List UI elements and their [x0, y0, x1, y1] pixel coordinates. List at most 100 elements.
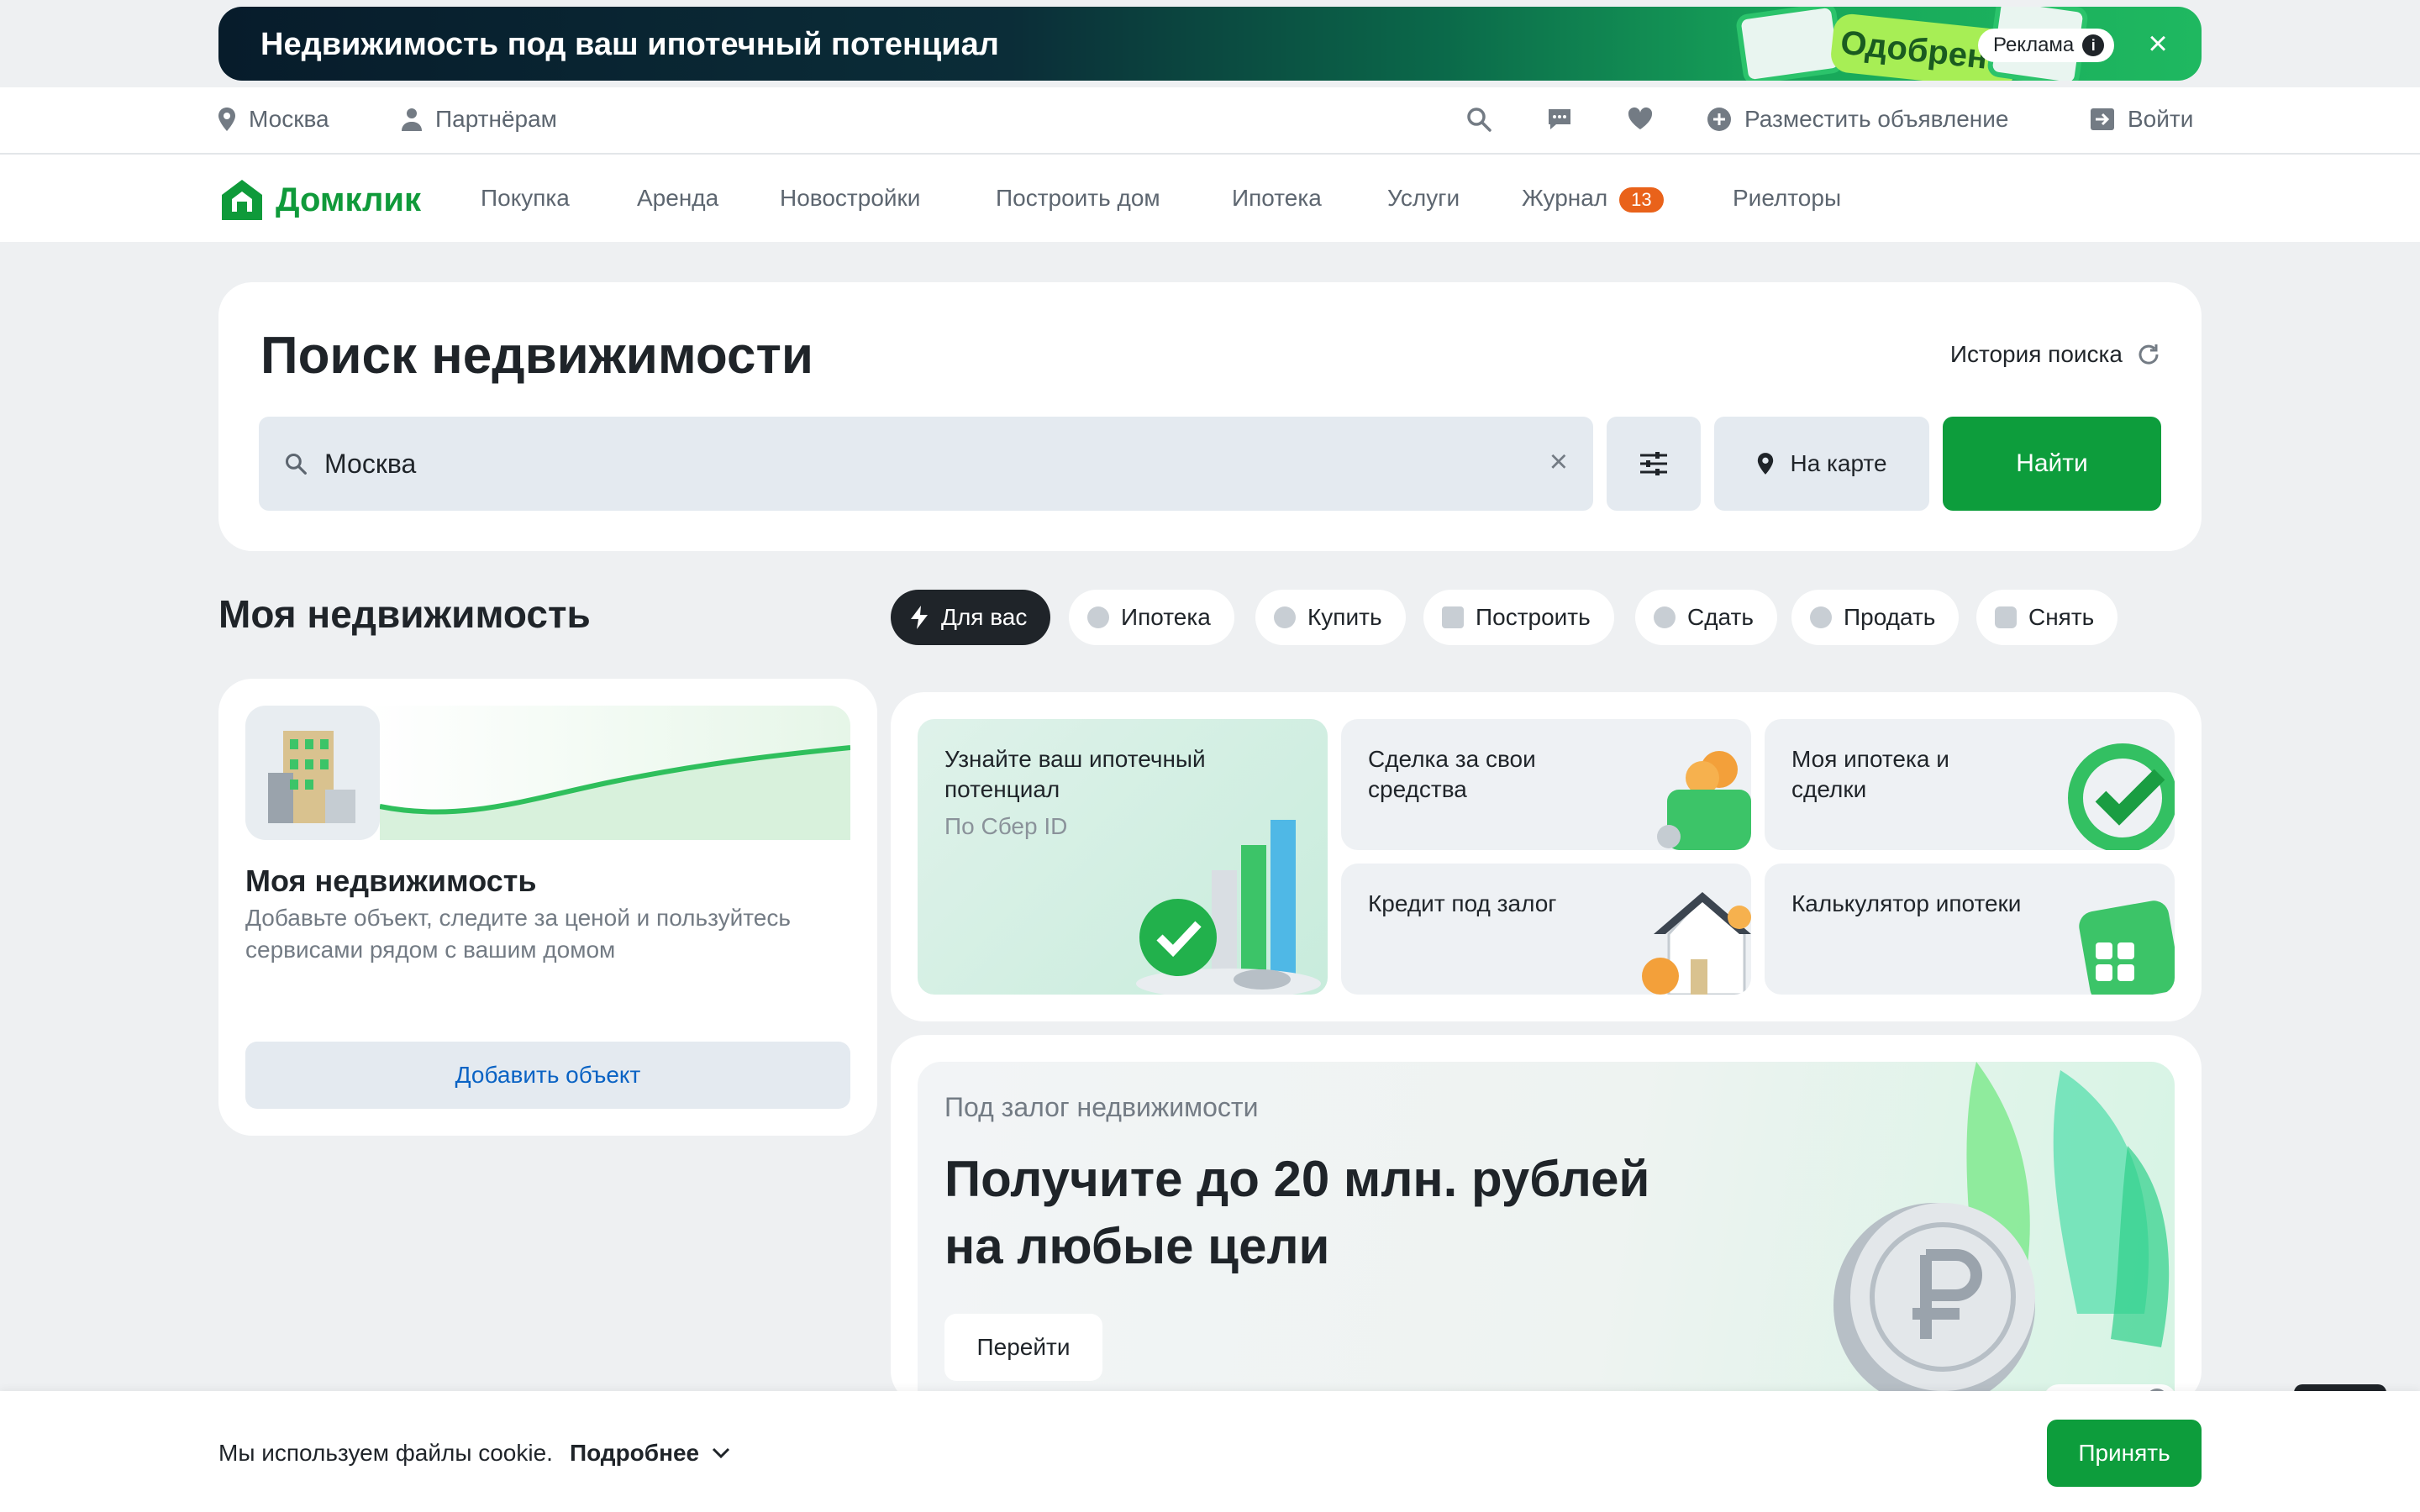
tile-mortgage-calculator[interactable]: Калькулятор ипотеки — [1765, 864, 2175, 995]
plus-circle-icon — [1707, 108, 1731, 131]
check-badge-icon — [1654, 606, 1676, 628]
main-navigation: Домклик Покупка Аренда Новостройки Постр… — [0, 155, 2420, 242]
chat-icon — [1549, 109, 1570, 129]
tile-title: Сделка за свои средства — [1368, 746, 1536, 802]
mortgage-icon — [1087, 606, 1109, 628]
tile-my-mortgage[interactable]: Моя ипотека и сделки — [1765, 719, 2175, 850]
tile-title: Калькулятор ипотеки — [1791, 890, 2022, 916]
tile-title: Кредит под залог — [1368, 890, 1557, 916]
nav-item-build-house[interactable]: Построить дом — [996, 185, 1160, 212]
cookie-more-link[interactable]: Подробнее — [570, 1440, 731, 1467]
chevron-down-icon — [713, 1447, 730, 1459]
tile-mortgage-potential[interactable]: Узнайте ваш ипотечный потенциал По Сбер … — [918, 719, 1328, 995]
section-title-my-property: Моя недвижимость — [218, 592, 591, 636]
domclick-logo[interactable]: Домклик — [218, 176, 421, 223]
card-title: Моя недвижимость — [245, 864, 537, 898]
partners-label: Партнёрам — [435, 106, 557, 132]
chip-buy[interactable]: Купить — [1255, 590, 1406, 645]
nav-item-services[interactable]: Услуги — [1387, 185, 1460, 212]
tile-subtitle: По Сбер ID — [944, 813, 1068, 839]
tile-title: Моя ипотека и сделки — [1791, 746, 1949, 802]
calculator-icon — [2079, 900, 2175, 995]
my-property-card: Моя недвижимость Добавьте объект, следит… — [218, 679, 877, 1136]
heart-icon — [1628, 107, 1653, 129]
build-icon — [1442, 606, 1464, 628]
location-pin-icon — [218, 108, 235, 131]
nav-item-new-buildings[interactable]: Новостройки — [780, 185, 920, 212]
sell-icon — [1810, 606, 1832, 628]
nav-item-realtors[interactable]: Риелторы — [1733, 185, 1841, 212]
phone-illustration — [1734, 7, 1845, 81]
search-icon — [1467, 108, 1491, 132]
growth-chart-icon — [1136, 820, 1321, 995]
journal-count-badge: 13 — [1619, 186, 1664, 213]
map-button[interactable]: На карте — [1714, 417, 1929, 511]
cookie-message: Мы используем файлы cookie. — [218, 1440, 553, 1466]
tile-title: Узнайте ваш ипотечный потенциал — [944, 746, 1206, 802]
login-button[interactable]: Войти — [2089, 106, 2193, 133]
messages-button[interactable] — [1546, 106, 1573, 133]
sliders-icon — [1640, 452, 1667, 475]
ad-label[interactable]: Рекламаi — [1978, 29, 2115, 62]
sber-check-icon — [2068, 743, 2175, 850]
filters-button[interactable] — [1607, 417, 1701, 511]
page-title: Поиск недвижимости — [260, 327, 813, 385]
chip-for-you[interactable]: Для вас — [891, 590, 1051, 645]
search-field[interactable]: × — [259, 417, 1593, 511]
favorites-button[interactable] — [1627, 106, 1654, 131]
search-history-link[interactable]: История поиска — [1950, 341, 2161, 368]
accept-cookies-button[interactable]: Принять — [2047, 1420, 2202, 1487]
close-icon[interactable]: × — [2141, 27, 2175, 60]
logo-text: Домклик — [276, 181, 422, 218]
house-coins-icon — [1642, 892, 1751, 995]
history-icon — [2139, 344, 2159, 365]
person-icon — [402, 108, 422, 131]
nav-item-journal[interactable]: Журнал 13 — [1522, 185, 1664, 213]
nav-item-mortgage[interactable]: Ипотека — [1232, 185, 1322, 212]
city-label: Москва — [249, 106, 329, 132]
wallet-icon — [1657, 751, 1751, 850]
search-input[interactable] — [324, 448, 1501, 480]
top-utility-bar: Москва Партнёрам Разместить объявление В… — [0, 87, 2420, 155]
property-price-chart-illustration — [245, 706, 850, 840]
clear-icon[interactable]: × — [1549, 445, 1568, 479]
map-button-label: На карте — [1790, 450, 1887, 476]
tile-secured-credit[interactable]: Кредит под залог — [1341, 864, 1751, 995]
promo-title: Получите до 20 млн. рублей на любые цели — [944, 1151, 1650, 1274]
search-icon — [285, 453, 307, 475]
tile-own-funds-deal[interactable]: Сделка за свои средства — [1341, 719, 1751, 850]
search-icon-button[interactable] — [1465, 106, 1492, 133]
rent-icon — [1995, 606, 2017, 628]
chip-mortgage[interactable]: Ипотека — [1069, 590, 1234, 645]
nav-item-rent[interactable]: Аренда — [637, 185, 718, 212]
secured-loan-promo: Под залог недвижимости Получите до 20 мл… — [891, 1035, 2202, 1404]
find-button[interactable]: Найти — [1943, 417, 2161, 511]
search-card: Поиск недвижимости История поиска × На к… — [218, 282, 2202, 551]
lightning-icon — [911, 606, 928, 629]
post-ad-label: Разместить объявление — [1744, 106, 2009, 132]
search-history-label: История поиска — [1949, 341, 2123, 367]
card-description: Добавьте объект, следите за ценой и поль… — [245, 905, 791, 963]
building-icon — [245, 706, 380, 840]
promo-banner[interactable]: Под залог недвижимости Получите до 20 мл… — [918, 1062, 2175, 1404]
city-selector[interactable]: Москва — [217, 106, 329, 133]
services-card: Узнайте ваш ипотечный потенциал По Сбер … — [891, 692, 2202, 1021]
add-object-button[interactable]: Добавить объект — [245, 1042, 850, 1109]
nav-item-buy[interactable]: Покупка — [481, 185, 570, 212]
cookie-bar: Мы используем файлы cookie. Подробнее Пр… — [0, 1391, 2420, 1512]
location-pin-icon — [1758, 453, 1774, 475]
chip-sell[interactable]: Продать — [1791, 590, 1960, 645]
partners-link[interactable]: Партнёрам — [400, 106, 557, 133]
info-icon: i — [2082, 34, 2105, 56]
ruble-icon — [1274, 606, 1296, 628]
chip-build[interactable]: Построить — [1423, 590, 1614, 645]
house-logo-icon — [222, 180, 262, 220]
top-ad-banner[interactable]: Недвижимость под ваш ипотечный потенциал… — [218, 7, 2202, 81]
banner-title: Недвижимость под ваш ипотечный потенциал — [260, 27, 999, 62]
promo-subtitle: Под залог недвижимости — [944, 1092, 1259, 1122]
go-button[interactable]: Перейти — [944, 1314, 1102, 1381]
chip-rent[interactable]: Снять — [1976, 590, 2118, 645]
chip-rent-out[interactable]: Сдать — [1635, 590, 1777, 645]
ruble-coin-leaves-illustration — [1833, 1062, 2170, 1404]
post-ad-button[interactable]: Разместить объявление — [1706, 106, 2008, 133]
